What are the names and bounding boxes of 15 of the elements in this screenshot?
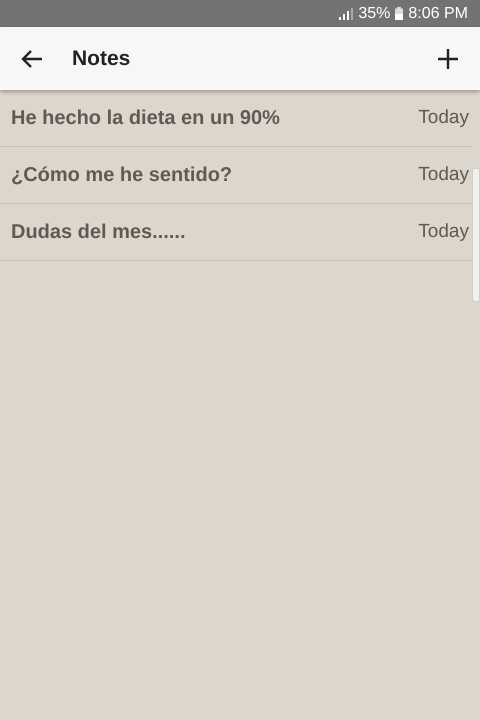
app-title: Notes (72, 46, 132, 70)
battery-icon (395, 7, 404, 20)
note-title: ¿Cómo me he sentido? (11, 164, 232, 186)
battery-percent: 35% (358, 4, 390, 22)
note-item[interactable]: ¿Cómo me he sentido? Today (0, 147, 472, 204)
back-arrow-icon (20, 48, 44, 68)
note-item[interactable]: He hecho la dieta en un 90% Today (0, 90, 472, 147)
clock-time: 8:06 PM (408, 4, 468, 22)
note-date: Today (418, 107, 469, 129)
note-title: Dudas del mes...... (11, 220, 186, 244)
note-date: Today (418, 221, 469, 243)
plus-icon (438, 48, 458, 68)
note-date: Today (418, 164, 469, 186)
signal-icon (339, 8, 354, 20)
note-title: He hecho la dieta en un 90% (11, 106, 280, 130)
